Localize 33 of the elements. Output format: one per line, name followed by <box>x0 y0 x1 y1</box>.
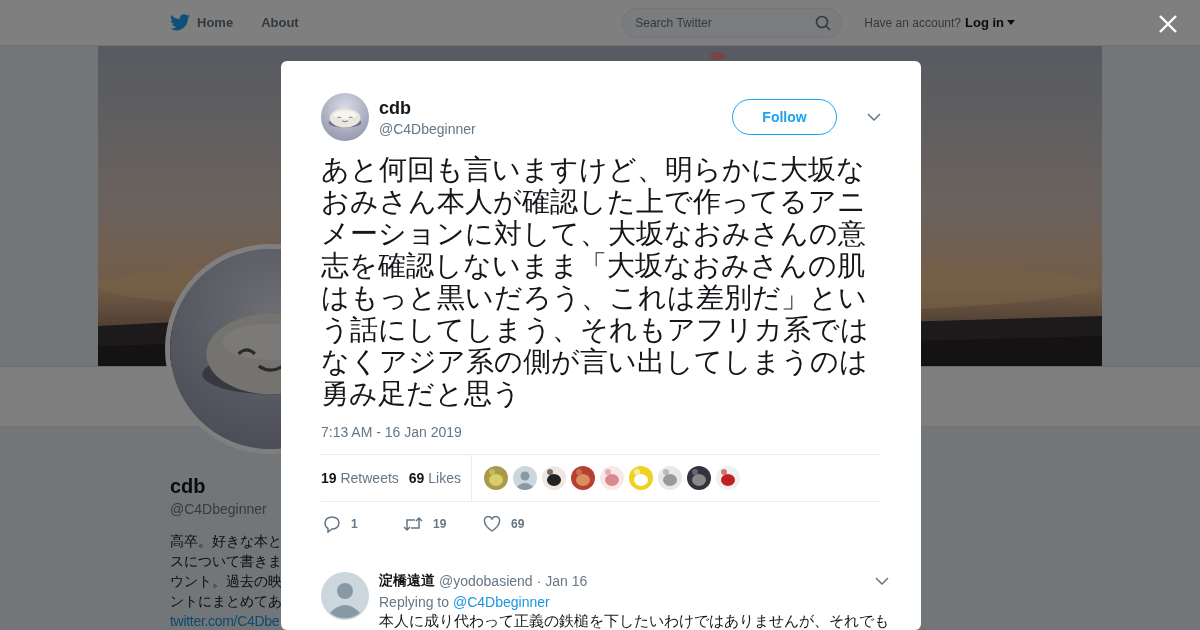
caret-icon <box>1007 20 1015 25</box>
bio-text: ウント。過去の映 <box>170 572 282 591</box>
retweet-icon <box>403 516 423 532</box>
search-field[interactable]: Search Twitter <box>622 7 843 38</box>
profile-handle: @C4Dbeginner <box>170 501 268 517</box>
replying-to-label: Replying to <box>379 594 450 610</box>
bio-text: ントにまとめてあ <box>170 592 282 611</box>
stat-link[interactable]: 69 Likes <box>408 470 461 486</box>
heart-icon <box>483 516 501 532</box>
avatar-icon[interactable] <box>513 466 537 490</box>
close-icon[interactable] <box>1158 14 1178 34</box>
search-icon <box>815 14 832 31</box>
mention-link[interactable]: @C4Dbeginner <box>452 594 550 610</box>
retweet-button[interactable]: 19 <box>401 516 481 532</box>
reply-author: 淀橋遠道 <box>379 572 435 590</box>
bird-icon <box>170 14 190 31</box>
avatar-icon <box>321 572 369 620</box>
bio-text: スについて書きま <box>170 552 282 571</box>
chevron-icon[interactable] <box>875 577 889 585</box>
reply-icon <box>323 515 341 533</box>
like-button[interactable]: 69 <box>481 516 561 532</box>
reply-button[interactable]: 1 <box>321 515 401 533</box>
login-link[interactable]: Log in <box>965 15 1015 30</box>
reply-date: · Jan 16 <box>536 573 588 589</box>
reply-handle: @yodobasiend <box>439 573 533 589</box>
nav-link[interactable]: Home <box>170 14 234 31</box>
profile-name: cdb <box>170 475 207 498</box>
tweet-timestamp: 7:13 AM - 16 Jan 2019 <box>321 424 463 440</box>
stat-link[interactable]: 19 Retweets <box>321 470 399 486</box>
bio-text: 高卒。好きな本と <box>170 532 282 551</box>
account-prompt: Have an account? <box>864 15 961 30</box>
reply-text: 本人に成り代わって正義の鉄槌を下したいわけではありませんが、それでも <box>379 612 889 630</box>
nav-link[interactable]: About <box>261 15 299 30</box>
